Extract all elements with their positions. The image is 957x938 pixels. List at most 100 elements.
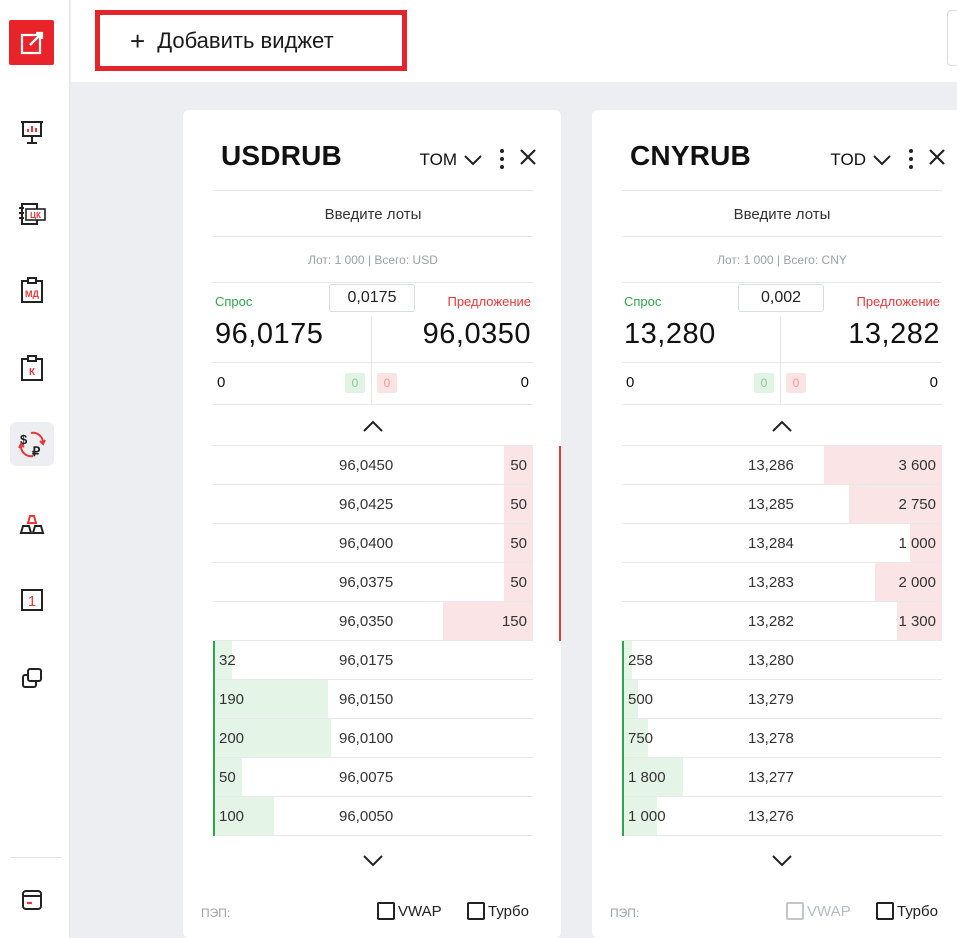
checkbox-box — [786, 902, 804, 920]
close-icon[interactable] — [926, 146, 948, 168]
term-dropdown[interactable]: TOD — [830, 150, 892, 170]
scroll-down-chevron-icon[interactable] — [770, 852, 794, 868]
bid-price: 13,278 — [748, 730, 794, 747]
ask-price: 96,0400 — [339, 535, 394, 552]
bid-row[interactable]: 32 96,0175 — [213, 641, 533, 680]
bid-row[interactable]: 190 96,0150 — [213, 680, 533, 719]
sidebar-item-one[interactable]: 1 — [10, 578, 54, 622]
ask-row[interactable]: 96,0400 50 — [213, 524, 533, 563]
bid-volume: 200 — [219, 730, 245, 747]
sidebar-item-ck[interactable]: ЦК — [10, 192, 54, 236]
ask-volume: 150 — [501, 613, 527, 630]
quantity-row: 0 0 0 0 — [213, 364, 533, 402]
vwap-checkbox[interactable]: VWAP — [786, 902, 851, 920]
lot-info: Лот: 1 000 | Всего: CNY — [717, 253, 847, 267]
bid-volume: 1 800 — [628, 769, 666, 786]
ask-volume: 50 — [510, 496, 527, 513]
ask-row[interactable]: 96,0450 50 — [213, 446, 533, 485]
term-value: TOM — [419, 150, 457, 169]
more-options-button[interactable] — [495, 144, 509, 174]
pep-label: ПЭП: — [610, 906, 640, 920]
divider — [213, 362, 533, 363]
more-options-button[interactable] — [904, 144, 918, 174]
ask-volume: 1 000 — [898, 535, 936, 552]
bid-price: 96,0050 — [339, 808, 394, 825]
ask-label: Предложение — [447, 294, 531, 309]
ask-row[interactable]: 13,285 2 750 — [622, 485, 942, 524]
bid-row[interactable]: 258 13,280 — [622, 641, 942, 680]
sidebar-item-windows[interactable] — [10, 656, 54, 700]
divider — [213, 236, 533, 237]
quantity-row: 0 0 0 0 — [622, 364, 942, 402]
bid-row[interactable]: 100 96,0050 — [213, 797, 533, 836]
ask-price: 13,285 — [748, 496, 794, 513]
ask-row[interactable]: 13,283 2 000 — [622, 563, 942, 602]
bid-volume: 258 — [628, 652, 654, 669]
scroll-down-chevron-icon[interactable] — [361, 852, 385, 868]
scroll-up-chevron-icon[interactable] — [361, 418, 385, 434]
bid-price-button[interactable]: 13,280 — [624, 318, 716, 351]
lots-input[interactable] — [213, 192, 533, 236]
vwap-checkbox[interactable]: VWAP — [377, 902, 442, 920]
toolbar-right-control[interactable] — [947, 10, 957, 66]
checkbox-box — [377, 902, 395, 920]
vwap-label: VWAP — [398, 902, 442, 920]
ask-price: 96,0425 — [339, 496, 394, 513]
ask-price-button[interactable]: 13,282 — [848, 318, 940, 351]
widget-footer: ПЭП: VWAP Турбо — [201, 900, 551, 926]
ask-volume: 50 — [510, 574, 527, 591]
sidebar-item-md[interactable]: МД — [10, 268, 54, 312]
bid-price: 13,279 — [748, 691, 794, 708]
document-ck-icon: ЦК — [19, 203, 46, 225]
ask-price: 13,286 — [748, 457, 794, 474]
bid-price: 96,0100 — [339, 730, 394, 747]
bid-quantity: 0 — [217, 374, 226, 391]
bid-price: 13,277 — [748, 769, 794, 786]
bid-price: 96,0075 — [339, 769, 394, 786]
widget-ticker: USDRUB — [221, 140, 342, 171]
add-widget-label: Добавить виджет — [157, 27, 334, 53]
bid-row[interactable]: 1 800 13,277 — [622, 758, 942, 797]
terminal-icon — [22, 890, 42, 910]
bid-count-badge: 0 — [754, 373, 774, 393]
ask-row[interactable]: 96,0350 150 — [213, 602, 533, 641]
divider — [622, 236, 942, 237]
pep-label: ПЭП: — [201, 906, 231, 920]
scroll-up-chevron-icon[interactable] — [770, 418, 794, 434]
turbo-checkbox[interactable]: Турбо — [876, 902, 938, 920]
ask-volume: 3 600 — [898, 457, 936, 474]
ask-count-badge: 0 — [786, 373, 806, 393]
ask-row[interactable]: 96,0425 50 — [213, 485, 533, 524]
sidebar-item-charts[interactable] — [10, 110, 54, 154]
bid-row[interactable]: 1 000 13,276 — [622, 797, 942, 836]
bid-volume: 100 — [219, 808, 245, 825]
bid-volume: 1 000 — [628, 808, 666, 825]
lots-input[interactable] — [622, 192, 942, 236]
bid-row[interactable]: 500 13,279 — [622, 680, 942, 719]
ask-row[interactable]: 96,0375 50 — [213, 563, 533, 602]
kebab-dot-icon — [909, 149, 913, 153]
term-dropdown[interactable]: TOM — [420, 150, 483, 170]
sidebar-item-k[interactable]: К — [10, 346, 54, 390]
bid-row[interactable]: 750 13,278 — [622, 719, 942, 758]
ask-price: 13,282 — [748, 613, 794, 630]
bid-side-marker — [622, 641, 624, 836]
presentation-chart-icon — [21, 121, 43, 144]
bid-row[interactable]: 50 96,0075 — [213, 758, 533, 797]
bid-price-button[interactable]: 96,0175 — [215, 318, 323, 351]
ask-row[interactable]: 13,286 3 600 — [622, 446, 942, 485]
currency-exchange-icon: $ ₽ — [18, 431, 46, 459]
ask-price-button[interactable]: 96,0350 — [423, 318, 531, 351]
add-widget-button[interactable]: + Добавить виджет — [95, 10, 407, 71]
widget-footer: ПЭП: VWAP Турбо — [610, 900, 957, 926]
ask-row[interactable]: 13,282 1 300 — [622, 602, 942, 641]
sidebar-item-metals[interactable] — [10, 502, 54, 546]
sidebar-item-terminal[interactable] — [10, 878, 54, 922]
bid-row[interactable]: 200 96,0100 — [213, 719, 533, 758]
sidebar-item-currency-exchange[interactable]: $ ₽ — [10, 422, 54, 466]
svg-text:ЦК: ЦК — [30, 211, 41, 220]
ask-row[interactable]: 13,284 1 000 — [622, 524, 942, 563]
turbo-checkbox[interactable]: Турбо — [467, 902, 529, 920]
new-window-logo-button[interactable] — [9, 20, 54, 65]
close-icon[interactable] — [517, 146, 539, 168]
